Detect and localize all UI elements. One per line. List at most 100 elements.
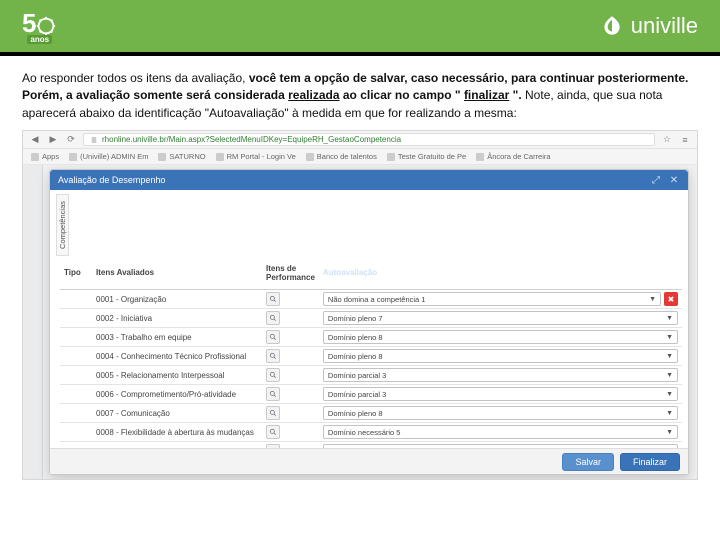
- zoom-cell: [262, 328, 319, 347]
- star-icon[interactable]: ☆: [661, 134, 673, 146]
- performance-cell: Domínio pleno 8▼: [319, 404, 682, 423]
- item-cell: 0006 - Comprometimento/Pró-atividade: [92, 385, 262, 404]
- chevron-down-icon: ▼: [666, 391, 673, 398]
- performance-select-value: Domínio pleno 8: [328, 409, 663, 418]
- bookmark-item[interactable]: RM Portal - Login Ve: [216, 152, 296, 161]
- performance-select-value: Domínio necessário 5: [328, 428, 663, 437]
- tipo-cell: [60, 404, 92, 423]
- table-row: 0007 - Comunicação Domínio pleno 8▼: [60, 404, 682, 423]
- evaluation-dialog: Avaliação de Desempenho ⤢ ✕ Competências…: [49, 169, 689, 475]
- performance-cell: Domínio pleno 8▼: [319, 347, 682, 366]
- site-icon: [216, 153, 224, 161]
- zoom-icon[interactable]: [266, 368, 280, 382]
- site-icon: [69, 153, 77, 161]
- brand-text: univille: [631, 13, 698, 39]
- bookmark-apps[interactable]: Apps: [31, 152, 59, 161]
- chevron-down-icon: ▼: [666, 372, 673, 379]
- chevron-down-icon: ▼: [649, 296, 656, 303]
- dialog-title: Avaliação de Desempenho: [58, 175, 165, 185]
- performance-select[interactable]: Domínio pleno 8▼: [323, 330, 678, 344]
- instruction-finalizar: finalizar: [464, 88, 509, 102]
- gear-icon: [35, 13, 57, 35]
- auto-label: Autoavaliação: [323, 268, 377, 277]
- performance-select[interactable]: Domínio pleno 8▼: [323, 406, 678, 420]
- bookmark-item[interactable]: Teste Gratuito de Pe: [387, 152, 466, 161]
- dialog-footer: Salvar Finalizar: [50, 448, 688, 474]
- tipo-cell: [60, 309, 92, 328]
- site-icon: [476, 153, 484, 161]
- performance-cell: Domínio pleno 7▼: [319, 309, 682, 328]
- zoom-cell: [262, 404, 319, 423]
- slide-header: 5 anos univille: [0, 0, 720, 52]
- zoom-cell: [262, 423, 319, 442]
- site-icon: [387, 153, 395, 161]
- zoom-icon[interactable]: [266, 292, 280, 306]
- bookmark-label: Apps: [42, 152, 59, 161]
- finish-button-label: Finalizar: [633, 457, 667, 467]
- performance-select-value: Domínio pleno 8: [328, 352, 663, 361]
- zoom-icon[interactable]: [266, 330, 280, 344]
- forward-icon[interactable]: ▶: [47, 134, 59, 146]
- logo-50-anos: 5 anos: [22, 8, 57, 44]
- zoom-cell: [262, 385, 319, 404]
- performance-select-value: Domínio parcial 3: [328, 390, 663, 399]
- col-itens: Itens Avaliados: [92, 256, 262, 290]
- bookmark-label: (Univille) ADMIN Em: [80, 152, 148, 161]
- performance-select-value: Domínio pleno 7: [328, 314, 663, 323]
- back-icon[interactable]: ◀: [29, 134, 41, 146]
- item-cell: 0003 - Trabalho em equipe: [92, 328, 262, 347]
- zoom-icon[interactable]: [266, 406, 280, 420]
- bookmark-label: RM Portal - Login Ve: [227, 152, 296, 161]
- close-icon[interactable]: ✕: [668, 174, 680, 186]
- bookmark-item[interactable]: Âncora de Carreira: [476, 152, 550, 161]
- menu-icon[interactable]: ≡: [679, 134, 691, 146]
- performance-select-value: Domínio pleno 8: [328, 333, 663, 342]
- expand-icon[interactable]: ⤢: [650, 174, 662, 186]
- bookmark-item[interactable]: SATURNO: [158, 152, 205, 161]
- bookmark-label: SATURNO: [169, 152, 205, 161]
- tipo-cell: [60, 385, 92, 404]
- zoom-icon[interactable]: [266, 387, 280, 401]
- tipo-cell: [60, 290, 92, 309]
- bookmark-label: Teste Gratuito de Pe: [398, 152, 466, 161]
- col-perf-left: Itens de Performance: [262, 256, 319, 290]
- page-icon: [90, 136, 98, 144]
- item-cell: 0007 - Comunicação: [92, 404, 262, 423]
- performance-cell: Domínio parcial 3▼: [319, 385, 682, 404]
- item-cell: 0005 - Relacionamento Interpessoal: [92, 366, 262, 385]
- performance-select[interactable]: Domínio necessário 5▼: [323, 425, 678, 439]
- zoom-icon[interactable]: [266, 425, 280, 439]
- performance-select[interactable]: Domínio pleno 8▼: [323, 349, 678, 363]
- tipo-cell: [60, 328, 92, 347]
- table-row: 0004 - Conhecimento Técnico Profissional…: [60, 347, 682, 366]
- performance-select[interactable]: Domínio parcial 3▼: [323, 387, 678, 401]
- bookmark-item[interactable]: (Univille) ADMIN Em: [69, 152, 148, 161]
- instruction-part-bold: ".: [513, 88, 522, 102]
- zoom-icon[interactable]: [266, 349, 280, 363]
- zoom-cell: [262, 347, 319, 366]
- performance-select[interactable]: Domínio pleno 7▼: [323, 311, 678, 325]
- chevron-down-icon: ▼: [666, 334, 673, 341]
- url-bar[interactable]: rhonline.univille.br/Main.aspx?SelectedM…: [83, 133, 655, 146]
- save-button[interactable]: Salvar: [562, 453, 614, 471]
- sidebar-tab-competencias[interactable]: Competências: [56, 194, 69, 256]
- item-cell: 0008 - Flexibilidade à abertura às mudan…: [92, 423, 262, 442]
- brand-logo: univille: [599, 13, 698, 39]
- table-row: 0006 - Comprometimento/Pró-atividade Domí…: [60, 385, 682, 404]
- bookmark-item[interactable]: Banco de talentos: [306, 152, 377, 161]
- delete-icon[interactable]: ✖: [664, 292, 678, 306]
- performance-cell: Não domina a competência 1▼✖: [319, 290, 682, 309]
- instruction-realizada: realizada: [288, 88, 339, 102]
- zoom-icon[interactable]: [266, 311, 280, 325]
- performance-select[interactable]: Não domina a competência 1▼: [323, 292, 661, 306]
- bookmark-label: Banco de talentos: [317, 152, 377, 161]
- person-name: MAIRA BRAGA DE MIRANDA: [323, 259, 678, 268]
- chevron-down-icon: ▼: [666, 410, 673, 417]
- chevron-down-icon: ▼: [666, 353, 673, 360]
- site-icon: [158, 153, 166, 161]
- reload-icon[interactable]: ⟳: [65, 134, 77, 146]
- finish-button[interactable]: Finalizar: [620, 453, 680, 471]
- performance-select[interactable]: Domínio parcial 3▼: [323, 368, 678, 382]
- zoom-cell: [262, 309, 319, 328]
- bookmark-label: Âncora de Carreira: [487, 152, 550, 161]
